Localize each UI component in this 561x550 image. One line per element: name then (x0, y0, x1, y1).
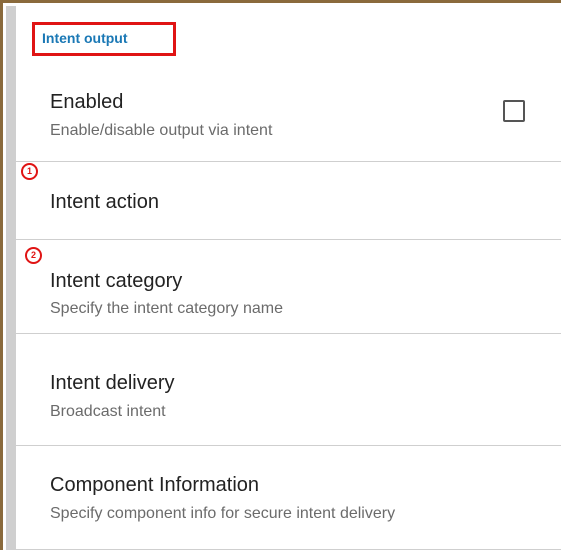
pref-enabled-summary: Enable/disable output via intent (50, 122, 273, 139)
pref-enabled-title: Enabled (50, 91, 124, 113)
pref-component-information-summary: Specify component info for secure intent… (50, 505, 396, 522)
pref-intent-delivery[interactable]: Intent delivery Broadcast intent (16, 334, 561, 446)
pref-enabled[interactable]: Enabled Enable/disable output via intent (16, 6, 561, 162)
preference-list: Intent output Enabled Enable/disable out… (16, 6, 561, 550)
left-edge-strip (6, 6, 16, 550)
pref-component-information-title: Component Information (50, 474, 260, 496)
annotation-marker-2: 2 (25, 247, 42, 264)
pref-intent-category[interactable]: Intent category Specify the intent categ… (16, 240, 561, 334)
settings-screen: Intent output Enabled Enable/disable out… (0, 0, 561, 550)
pref-intent-action-title: Intent action (50, 191, 159, 213)
pref-intent-delivery-summary: Broadcast intent (50, 403, 166, 420)
enabled-checkbox[interactable] (503, 100, 525, 122)
pref-intent-category-summary: Specify the intent category name (50, 300, 284, 317)
pref-intent-delivery-title: Intent delivery (50, 372, 175, 394)
pref-component-information[interactable]: Component Information Specify component … (16, 446, 561, 550)
pref-intent-action[interactable]: Intent action (16, 162, 561, 240)
annotation-marker-1: 1 (21, 163, 38, 180)
pref-intent-category-title: Intent category (50, 270, 183, 292)
